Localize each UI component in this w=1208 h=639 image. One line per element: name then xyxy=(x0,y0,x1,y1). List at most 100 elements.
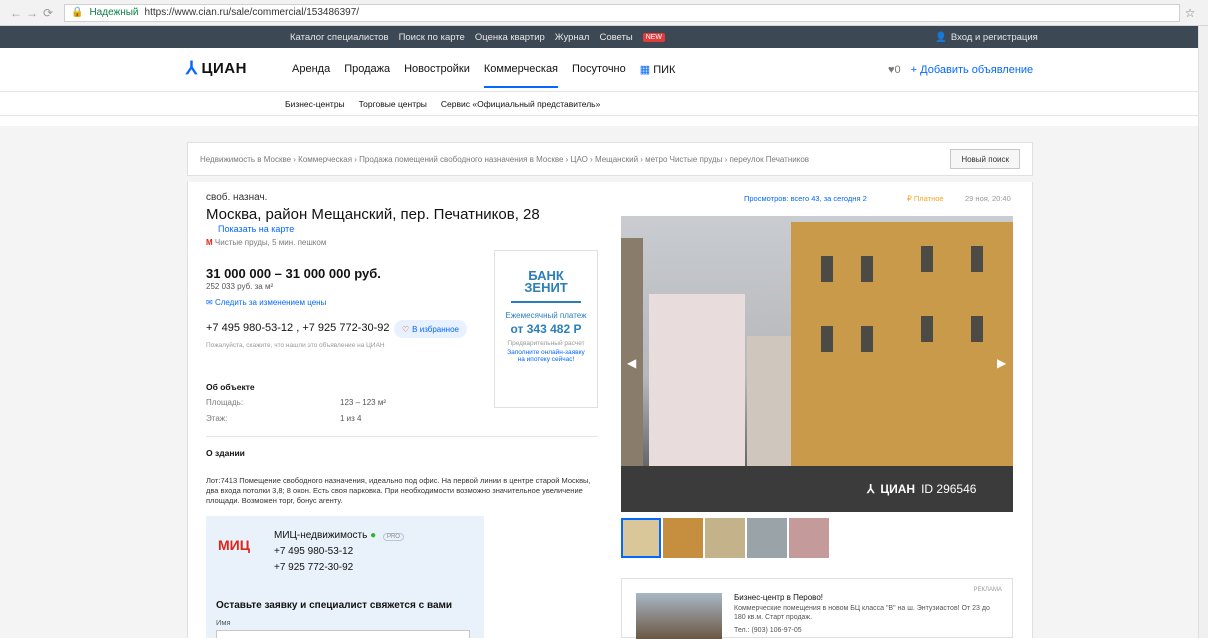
listing-address: Москва, район Мещанский, пер. Печатников… xyxy=(206,206,540,223)
nav-sale[interactable]: Продажа xyxy=(344,63,390,76)
subnav-business-centers[interactable]: Бизнес-центры xyxy=(285,99,345,109)
building-heading: О здании xyxy=(206,448,245,458)
new-badge: NEW xyxy=(642,32,666,42)
nav-commercial[interactable]: Коммерческая xyxy=(483,63,559,88)
ad-description: Коммерческие помещения в новом БЦ класса… xyxy=(734,605,990,621)
bookmark-star-icon[interactable]: ☆ xyxy=(1180,6,1200,20)
new-search-button[interactable]: Новый поиск xyxy=(950,149,1020,169)
main-nav: ⅄ ЦИАН Аренда Продажа Новостройки Коммер… xyxy=(0,48,1208,92)
price-watch-text: Следить за изменением цены xyxy=(214,298,327,307)
bank-logo: БАНК ЗЕНИТ xyxy=(511,263,581,303)
topbar-link-map[interactable]: Поиск по карте xyxy=(399,32,465,43)
sub-nav: Бизнес-центры Торговые центры Сервис «Оф… xyxy=(0,92,1208,116)
ad-title[interactable]: Бизнес-центр в Перово! xyxy=(734,593,823,602)
main-photo[interactable]: ◀ ▶ ⅄ ЦИАН ID 296546 xyxy=(621,216,1013,512)
url-text: https://www.cian.ru/sale/commercial/1534… xyxy=(144,7,360,18)
show-on-map-link[interactable]: Показать на карте xyxy=(218,224,294,234)
window xyxy=(821,326,833,352)
logo-text: ЦИАН xyxy=(201,60,247,77)
nav-daily[interactable]: Посуточно xyxy=(572,63,626,76)
reload-icon[interactable]: ⟳ xyxy=(40,6,56,20)
add-to-favorites-button[interactable]: ♡ В избранное xyxy=(394,320,467,338)
side-ad[interactable]: Бизнес-центр в Перово! Коммерческие поме… xyxy=(621,578,1013,639)
nav-pik[interactable]: ▦ ПИК xyxy=(640,63,676,76)
nav-rent[interactable]: Аренда xyxy=(292,63,330,76)
price-watch-link[interactable]: ✉ Следить за изменением цены xyxy=(206,298,326,307)
bank-amount: от 343 482 Р xyxy=(510,322,582,336)
thumbnail[interactable] xyxy=(789,518,829,558)
breadcrumb: Недвижимость в Москве › Коммерческая › П… xyxy=(187,142,1033,176)
bank-apply-link[interactable]: Заполните онлайн-заявку на ипотеку сейча… xyxy=(495,349,597,363)
next-photo-icon[interactable]: ▶ xyxy=(997,356,1006,370)
photo-watermark: ⅄ ЦИАН ID 296546 xyxy=(867,482,976,496)
price-per-m2: 252 033 руб. за м² xyxy=(206,282,274,291)
topbar-link-specialists[interactable]: Каталог специалистов xyxy=(290,32,389,43)
ad-phone: Тел.: (903) 106-97-05 xyxy=(734,627,802,634)
ad-image xyxy=(636,593,722,639)
name-input[interactable] xyxy=(216,630,470,638)
agent-name-row: МИЦ-недвижимость ● PRO xyxy=(274,530,404,541)
thumbnail[interactable] xyxy=(747,518,787,558)
prop-floor-label: Этаж: xyxy=(206,414,228,423)
paid-icon: ₽ xyxy=(907,194,914,203)
building-middle-2 xyxy=(747,336,797,466)
window xyxy=(921,316,933,342)
mail-icon: ✉ xyxy=(206,298,215,307)
user-icon: 👤 xyxy=(935,31,947,43)
thumbnail[interactable] xyxy=(705,518,745,558)
cian-logo[interactable]: ⅄ ЦИАН xyxy=(186,58,247,79)
phone-note: Пожалуйста, скажите, что нашли это объяв… xyxy=(206,342,385,349)
price: 31 000 000 – 31 000 000 руб. xyxy=(206,266,381,281)
bank-ad[interactable]: БАНК ЗЕНИТ Ежемесячный платеж от 343 482… xyxy=(494,250,598,408)
favorite-btn-label: В избранное xyxy=(412,324,459,334)
lock-icon: 🔒 xyxy=(71,7,84,18)
ad-label: РЕКЛАМА xyxy=(973,587,1002,593)
window xyxy=(861,256,873,282)
phone-numbers[interactable]: +7 495 980-53-12 , +7 925 772-30-92 xyxy=(206,322,389,334)
page-scrollbar[interactable] xyxy=(1198,26,1208,638)
pro-badge: PRO xyxy=(382,533,404,541)
prev-photo-icon[interactable]: ◀ xyxy=(627,356,636,370)
building-middle xyxy=(649,294,745,476)
secure-label: Надежный xyxy=(89,7,139,18)
agent-phone-1[interactable]: +7 495 980-53-12 xyxy=(274,546,353,557)
thumbnail[interactable] xyxy=(663,518,703,558)
metro-icon: M xyxy=(206,238,213,247)
heart-outline-icon: ♡ xyxy=(402,324,410,334)
window xyxy=(971,246,983,272)
verified-pin-icon: ● xyxy=(370,530,377,541)
login-link[interactable]: Вход и регистрация xyxy=(951,32,1038,43)
agent-block: МИЦ МИЦ-недвижимость ● PRO +7 495 980-53… xyxy=(206,516,484,638)
metro-info: M Чистые пруды, 5 мин. пешком xyxy=(206,238,326,247)
address-bar[interactable]: 🔒 Надежный https://www.cian.ru/sale/comm… xyxy=(64,3,1180,22)
back-icon[interactable]: ← xyxy=(8,6,24,20)
nav-newbuild[interactable]: Новостройки xyxy=(404,63,470,76)
subnav-official-rep[interactable]: Сервис «Официальный представитель» xyxy=(441,99,600,109)
metro-text: Чистые пруды, 5 мин. пешком xyxy=(214,238,327,247)
prop-area-label: Площадь: xyxy=(206,398,244,407)
topbar-link-journal[interactable]: Журнал xyxy=(555,32,590,43)
subnav-malls[interactable]: Торговые центры xyxy=(359,99,427,109)
agent-name[interactable]: МИЦ-недвижимость xyxy=(274,530,367,541)
name-label: Имя xyxy=(216,618,231,627)
paid-badge: ₽ Платное xyxy=(907,194,944,203)
breadcrumb-text[interactable]: Недвижимость в Москве › Коммерческая › П… xyxy=(200,155,809,164)
views-count: Просмотров: всего 43, за сегодня 2 xyxy=(744,194,867,203)
forward-icon[interactable]: → xyxy=(24,6,40,20)
thumbnail[interactable] xyxy=(621,518,661,558)
window xyxy=(861,326,873,352)
topbar-link-valuation[interactable]: Оценка квартир xyxy=(475,32,545,43)
agent-phone-2[interactable]: +7 925 772-30-92 xyxy=(274,562,353,573)
listing-card: своб. назнач. Москва, район Мещанский, п… xyxy=(187,182,1033,639)
bank-calc-note: Предварительный расчет xyxy=(507,340,585,347)
prop-area-value: 123 – 123 м² xyxy=(340,398,386,407)
topbar-link-tips[interactable]: Советы xyxy=(599,32,632,43)
listing-description: Лот:7413 Помещение свободного назначения… xyxy=(206,476,591,505)
contact-form-title: Оставьте заявку и специалист свяжется с … xyxy=(216,600,453,611)
object-heading: Об объекте xyxy=(206,382,255,392)
listing-date: 29 ноя, 20:40 xyxy=(965,194,1011,203)
cian-watermark-icon: ⅄ xyxy=(867,482,875,496)
favorites-link[interactable]: ♥0 xyxy=(888,64,901,76)
add-listing-link[interactable]: + Добавить объявление xyxy=(911,64,1034,76)
agent-logo[interactable]: МИЦ xyxy=(218,532,258,558)
